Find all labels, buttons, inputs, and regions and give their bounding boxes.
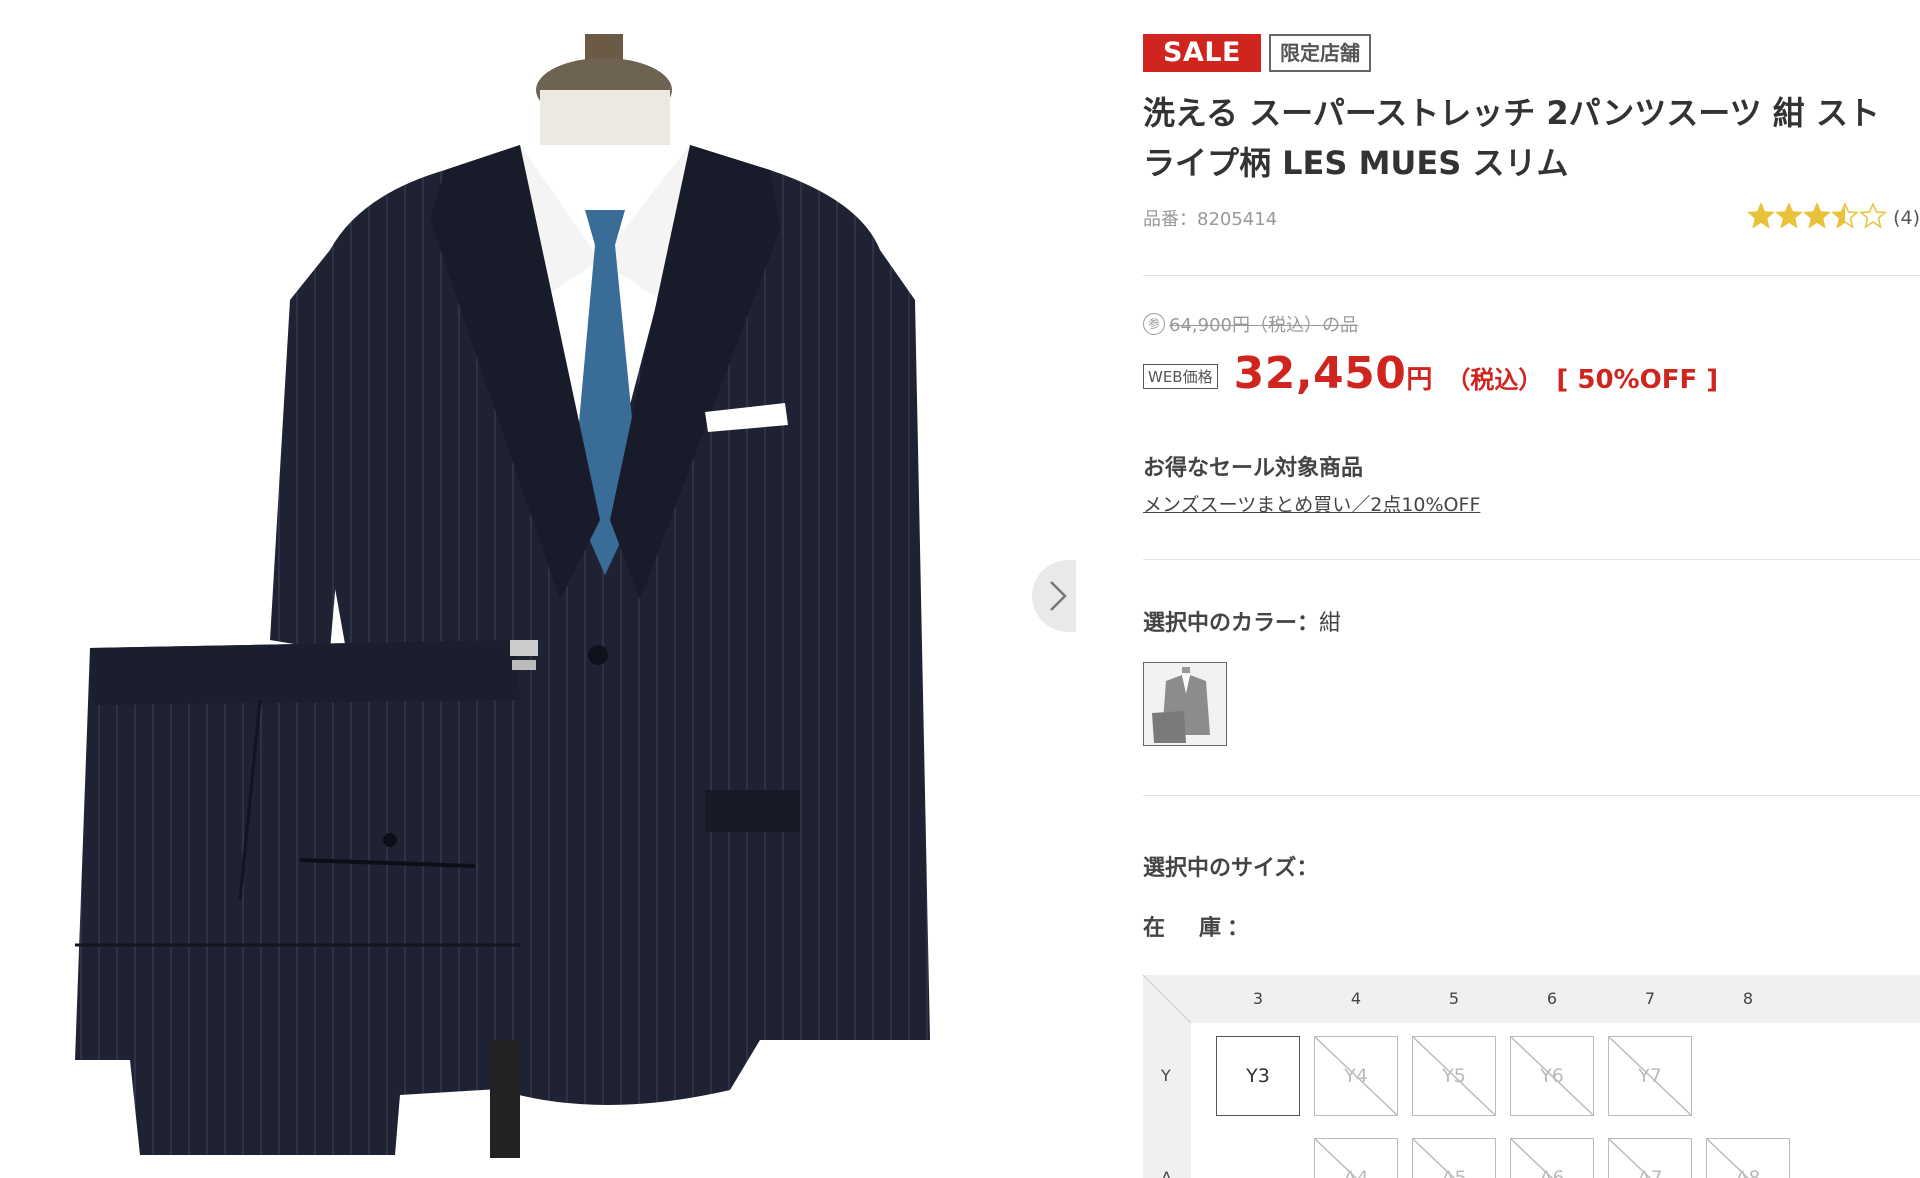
size-column-header: 4 — [1350, 989, 1362, 1008]
web-price-label: WEB価格 — [1143, 364, 1218, 389]
rating[interactable]: (4) — [1747, 202, 1920, 234]
reference-price-icon: 参 — [1143, 313, 1165, 335]
size-row-header: A — [1161, 1168, 1172, 1178]
bulk-discount-link[interactable]: メンズスーツまとめ買い／2点10%OFF — [1143, 490, 1480, 517]
stock-label: 在 庫： — [1143, 916, 1256, 941]
size-option-y3[interactable]: Y3 — [1216, 1036, 1300, 1116]
star-icon — [1747, 202, 1775, 229]
size-row-header: Y — [1161, 1066, 1171, 1085]
product-title: 洗える スーパーストレッチ 2パンツスーツ 紺 スト ライプ柄 LES MUES… — [1143, 88, 1913, 188]
unavailable-slash-icon — [1707, 1139, 1750, 1178]
size-option-y4: Y4 — [1314, 1036, 1398, 1116]
color-label: 選択中のカラー： — [1143, 611, 1320, 636]
discount-badge: [ 50%OFF ] — [1556, 365, 1719, 395]
size-column-header: 7 — [1644, 989, 1656, 1008]
original-price: 参 64,900円（税込）の品 — [1143, 311, 1358, 337]
limited-store-badge: 限定店舗 — [1269, 34, 1371, 72]
star-icon — [1859, 202, 1887, 229]
unavailable-slash-icon — [1315, 1139, 1358, 1178]
color-swatch-navy[interactable] — [1143, 662, 1227, 746]
size-column-header: 3 — [1252, 989, 1264, 1008]
swatch-thumbnail — [1144, 663, 1226, 745]
size-grid: 3 4 5 6 7 8 Y Y3 Y4Y5Y6Y7 A A4 A5 A6 A7 A8 — [1143, 975, 1920, 1178]
price-tax-note: （税込） — [1446, 366, 1543, 394]
product-info-panel: SALE 限定店舗 洗える スーパーストレッチ 2パンツスーツ 紺 スト ライプ… — [1143, 0, 1920, 1178]
star-icon — [1831, 202, 1859, 229]
size-option-a8: A8 — [1706, 1138, 1790, 1178]
size-column-header: 6 — [1546, 989, 1558, 1008]
unavailable-slash-icon — [1511, 1037, 1593, 1115]
star-icon — [1803, 202, 1831, 229]
sale-heading: お得なセール対象商品 — [1143, 456, 1364, 481]
size-option-a5: A5 — [1412, 1138, 1496, 1178]
divider — [1143, 795, 1920, 796]
size-option-a7: A7 — [1608, 1138, 1692, 1178]
size-column-header: 5 — [1448, 989, 1460, 1008]
unavailable-slash-icon — [1315, 1037, 1397, 1115]
size-option-y5: Y5 — [1412, 1036, 1496, 1116]
size-column-header: 8 — [1742, 989, 1754, 1008]
size-option-a6: A6 — [1510, 1138, 1594, 1178]
unavailable-slash-icon — [1609, 1139, 1652, 1178]
product-number: 品番：8205414 — [1143, 209, 1278, 230]
divider — [1143, 559, 1920, 560]
product-image-gallery — [0, 0, 1076, 1178]
review-count: (4) — [1893, 207, 1920, 229]
grid-corner — [1143, 975, 1191, 1023]
sale-badge: SALE — [1143, 34, 1261, 72]
star-icon — [1775, 202, 1803, 229]
selected-color: 選択中のカラー：紺 — [1143, 605, 1341, 637]
web-price: WEB価格 32,450 円 （税込） [ 50%OFF ] — [1143, 348, 1718, 399]
unavailable-slash-icon — [1511, 1139, 1554, 1178]
size-option-label: Y3 — [1246, 1065, 1270, 1087]
price-currency: 円 — [1406, 365, 1433, 395]
badge-group: SALE 限定店舗 — [1143, 34, 1371, 72]
color-value: 紺 — [1319, 611, 1342, 636]
unavailable-slash-icon — [1413, 1037, 1495, 1115]
divider — [1143, 275, 1920, 276]
size-option-a4: A4 — [1314, 1138, 1398, 1178]
selected-size-label: 選択中のサイズ： — [1143, 856, 1319, 881]
size-option-y6: Y6 — [1510, 1036, 1594, 1116]
unavailable-slash-icon — [1609, 1037, 1691, 1115]
product-title-line1: 洗える スーパーストレッチ 2パンツスーツ 紺 スト — [1143, 94, 1880, 132]
original-price-text: 64,900円（税込）の品 — [1169, 315, 1358, 336]
unavailable-slash-icon — [1413, 1139, 1456, 1178]
rating-stars — [1747, 202, 1887, 234]
size-option-y7: Y7 — [1608, 1036, 1692, 1116]
product-title-line2: ライプ柄 LES MUES スリム — [1143, 144, 1569, 182]
chevron-right-icon — [1050, 581, 1067, 611]
product-photo-suit — [75, 34, 930, 1158]
price-value: 32,450 — [1233, 348, 1407, 399]
